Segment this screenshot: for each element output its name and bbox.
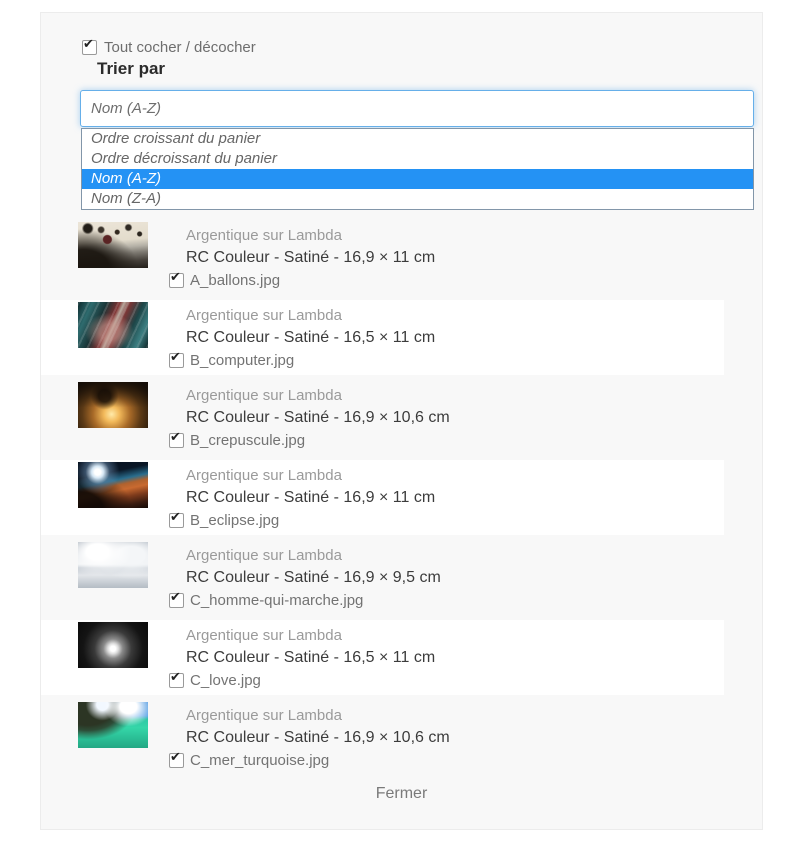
item-filename: A_ballons.jpg <box>190 272 280 289</box>
item-filename: B_crepuscule.jpg <box>190 432 305 449</box>
checkmark-icon: ✔ <box>83 37 94 50</box>
item-spec: RC Couleur - Satiné - 16,9 × 11 cm <box>186 249 435 267</box>
item-checkbox[interactable]: ✔ <box>169 353 184 368</box>
photo-item: Argentique sur Lambda RC Couleur - Satin… <box>41 220 724 295</box>
sort-option-name-az[interactable]: Nom (A-Z) <box>82 169 753 189</box>
item-filename: C_mer_turquoise.jpg <box>190 752 329 769</box>
print-selection-panel: ✔ Tout cocher / décocher Trier par Nom (… <box>40 12 763 830</box>
item-title: Argentique sur Lambda <box>186 627 342 644</box>
item-file-row: ✔ B_computer.jpg <box>169 352 294 369</box>
item-spec: RC Couleur - Satiné - 16,9 × 10,6 cm <box>186 409 450 427</box>
checkmark-icon: ✔ <box>170 270 181 283</box>
checkmark-icon: ✔ <box>170 350 181 363</box>
item-spec: RC Couleur - Satiné - 16,5 × 11 cm <box>186 329 435 347</box>
check-all-row: ✔ Tout cocher / décocher <box>82 39 256 56</box>
photo-thumbnail <box>78 462 148 508</box>
photo-thumbnail <box>78 542 148 588</box>
photo-list: Argentique sur Lambda RC Couleur - Satin… <box>41 220 724 780</box>
item-checkbox[interactable]: ✔ <box>169 673 184 688</box>
photo-item: Argentique sur Lambda RC Couleur - Satin… <box>41 700 724 775</box>
photo-thumbnail <box>78 222 148 268</box>
item-title: Argentique sur Lambda <box>186 307 342 324</box>
checkmark-icon: ✔ <box>170 510 181 523</box>
item-file-row: ✔ B_eclipse.jpg <box>169 512 279 529</box>
item-file-row: ✔ B_crepuscule.jpg <box>169 432 305 449</box>
check-all-label: Tout cocher / décocher <box>104 39 256 56</box>
item-spec: RC Couleur - Satiné - 16,9 × 10,6 cm <box>186 729 450 747</box>
photo-thumbnail <box>78 302 148 348</box>
checkmark-icon: ✔ <box>170 670 181 683</box>
item-filename: C_love.jpg <box>190 672 261 689</box>
item-filename: B_eclipse.jpg <box>190 512 279 529</box>
panel-footer: Fermer <box>41 785 762 803</box>
item-filename: B_computer.jpg <box>190 352 294 369</box>
photo-thumbnail <box>78 702 148 748</box>
item-checkbox[interactable]: ✔ <box>169 753 184 768</box>
checkmark-icon: ✔ <box>170 590 181 603</box>
sort-options-dropdown: Ordre croissant du panier Ordre décroiss… <box>81 128 754 210</box>
item-checkbox[interactable]: ✔ <box>169 433 184 448</box>
item-checkbox[interactable]: ✔ <box>169 273 184 288</box>
item-file-row: ✔ C_homme-qui-marche.jpg <box>169 592 363 609</box>
item-spec: RC Couleur - Satiné - 16,9 × 9,5 cm <box>186 569 441 587</box>
sort-option-order-asc[interactable]: Ordre croissant du panier <box>82 129 753 149</box>
check-all-checkbox[interactable]: ✔ <box>82 40 97 55</box>
item-checkbox[interactable]: ✔ <box>169 513 184 528</box>
close-button[interactable]: Fermer <box>376 785 428 802</box>
item-spec: RC Couleur - Satiné - 16,5 × 11 cm <box>186 649 435 667</box>
sort-heading: Trier par <box>97 59 165 79</box>
item-file-row: ✔ C_mer_turquoise.jpg <box>169 752 329 769</box>
item-file-row: ✔ A_ballons.jpg <box>169 272 280 289</box>
item-title: Argentique sur Lambda <box>186 707 342 724</box>
item-title: Argentique sur Lambda <box>186 467 342 484</box>
photo-thumbnail <box>78 382 148 428</box>
item-checkbox[interactable]: ✔ <box>169 593 184 608</box>
photo-item: Argentique sur Lambda RC Couleur - Satin… <box>41 620 724 695</box>
checkmark-icon: ✔ <box>170 750 181 763</box>
sort-select[interactable]: Nom (A-Z) <box>80 90 754 127</box>
photo-item: Argentique sur Lambda RC Couleur - Satin… <box>41 460 724 535</box>
item-title: Argentique sur Lambda <box>186 387 342 404</box>
sort-select-value: Nom (A-Z) <box>91 100 161 117</box>
item-spec: RC Couleur - Satiné - 16,9 × 11 cm <box>186 489 435 507</box>
item-filename: C_homme-qui-marche.jpg <box>190 592 363 609</box>
photo-thumbnail <box>78 622 148 668</box>
photo-item: Argentique sur Lambda RC Couleur - Satin… <box>41 380 724 455</box>
checkmark-icon: ✔ <box>170 430 181 443</box>
sort-option-order-desc[interactable]: Ordre décroissant du panier <box>82 149 753 169</box>
sort-option-name-za[interactable]: Nom (Z-A) <box>82 189 753 209</box>
item-title: Argentique sur Lambda <box>186 547 342 564</box>
item-file-row: ✔ C_love.jpg <box>169 672 261 689</box>
item-title: Argentique sur Lambda <box>186 227 342 244</box>
photo-item: Argentique sur Lambda RC Couleur - Satin… <box>41 540 724 615</box>
photo-item: Argentique sur Lambda RC Couleur - Satin… <box>41 300 724 375</box>
